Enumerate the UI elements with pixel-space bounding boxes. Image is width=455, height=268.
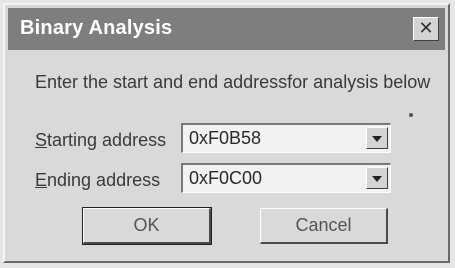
window-title: Binary Analysis [20,17,173,39]
starting-address-label-rest: tarting address [47,130,167,150]
ending-address-value[interactable]: 0xF0C00 [189,168,262,189]
stray-dot [409,113,413,117]
starting-address-accel: S [35,130,48,150]
instruction-text: Enter the start and end addressfor analy… [35,72,431,92]
close-icon: ✕ [418,18,434,38]
ok-button[interactable]: OK [82,207,212,245]
ending-address-accel: E [35,170,48,190]
close-button[interactable]: ✕ [413,17,439,41]
starting-address-label: Starting address [35,130,166,151]
binary-analysis-dialog: Binary Analysis ✕ Enter the start and en… [3,3,450,263]
ending-address-label-rest: nding address [47,170,161,190]
chevron-down-icon[interactable] [366,167,388,189]
cancel-button[interactable]: Cancel [260,208,388,244]
ending-address-label: Ending address [35,170,160,191]
chevron-down-icon[interactable] [366,127,388,149]
starting-address-combo[interactable]: 0xF0B58 [181,123,391,153]
starting-address-value[interactable]: 0xF0B58 [189,128,261,149]
title-bar: Binary Analysis ✕ [8,8,445,50]
ending-address-combo[interactable]: 0xF0C00 [181,163,391,193]
